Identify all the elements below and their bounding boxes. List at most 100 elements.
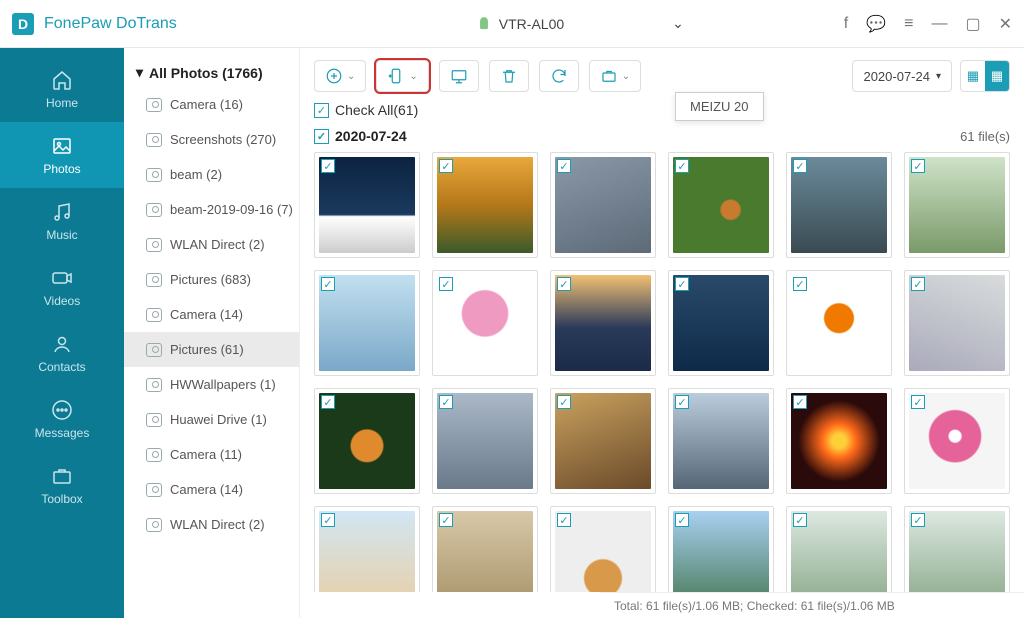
photo-thumb[interactable]: ✓ (668, 388, 774, 494)
checkbox-icon[interactable]: ✓ (321, 395, 335, 409)
view-toggle: ▦ ▦ (960, 60, 1010, 92)
photo-thumb[interactable]: ✓ (550, 270, 656, 376)
checkbox-icon[interactable]: ✓ (321, 513, 335, 527)
photo-thumb[interactable]: ✓ (904, 152, 1010, 258)
checkbox-icon[interactable]: ✓ (675, 395, 689, 409)
photo-thumb[interactable]: ✓ (668, 152, 774, 258)
checkbox-icon[interactable]: ✓ (439, 159, 453, 173)
photo-thumb[interactable]: ✓ (786, 388, 892, 494)
album-icon (146, 343, 162, 357)
photo-thumb[interactable]: ✓ (314, 270, 420, 376)
menu-icon[interactable]: ≡ (904, 15, 913, 33)
album-item[interactable]: beam (2) (124, 157, 299, 192)
checkbox-icon[interactable]: ✓ (911, 513, 925, 527)
checkbox-icon[interactable]: ✓ (911, 159, 925, 173)
sidebar-item-videos[interactable]: Videos (0, 254, 124, 320)
checkbox-icon[interactable]: ✓ (675, 513, 689, 527)
checkbox-icon[interactable]: ✓ (557, 159, 571, 173)
album-item[interactable]: Camera (14) (124, 297, 299, 332)
photo-thumb[interactable]: ✓ (314, 506, 420, 592)
album-item[interactable]: WLAN Direct (2) (124, 507, 299, 542)
checkbox-icon[interactable]: ✓ (793, 159, 807, 173)
checkbox-icon[interactable]: ✓ (911, 277, 925, 291)
checkbox-icon[interactable]: ✓ (321, 159, 335, 173)
album-header[interactable]: ▾ All Photos (1766) (124, 58, 299, 87)
album-label: Pictures (683) (170, 272, 251, 287)
album-item[interactable]: Camera (16) (124, 87, 299, 122)
date-group-header: ✓ 2020-07-24 61 file(s) (300, 124, 1024, 152)
share-icon[interactable]: f (844, 15, 848, 33)
checkbox-icon[interactable]: ✓ (793, 277, 807, 291)
sidebar-item-messages[interactable]: Messages (0, 386, 124, 452)
photo-thumb[interactable]: ✓ (550, 152, 656, 258)
photo-thumb[interactable]: ✓ (314, 388, 420, 494)
checkbox-icon[interactable]: ✓ (793, 395, 807, 409)
photo-thumb[interactable]: ✓ (550, 388, 656, 494)
album-item[interactable]: Pictures (61) (124, 332, 299, 367)
chevron-down-icon: ⌄ (347, 71, 355, 82)
checkbox-icon[interactable]: ✓ (675, 277, 689, 291)
photo-thumb[interactable]: ✓ (904, 270, 1010, 376)
sidebar-item-music[interactable]: Music (0, 188, 124, 254)
maximize-button[interactable]: ▢ (965, 14, 980, 34)
album-item[interactable]: Screenshots (270) (124, 122, 299, 157)
album-item[interactable]: Pictures (683) (124, 262, 299, 297)
feedback-icon[interactable]: 💬 (866, 14, 886, 34)
photo-thumb[interactable]: ✓ (786, 152, 892, 258)
photo-thumb[interactable]: ✓ (432, 388, 538, 494)
photo-thumb[interactable]: ✓ (904, 506, 1010, 592)
photo-thumb[interactable]: ✓ (314, 152, 420, 258)
add-button[interactable]: ⌄ (314, 60, 366, 92)
album-icon (146, 378, 162, 392)
date-filter[interactable]: 2020-07-24 ▾ (852, 60, 952, 92)
check-all-row[interactable]: ✓ Check All(61) (300, 98, 1024, 124)
export-to-pc-button[interactable] (439, 60, 479, 92)
sidebar-item-label: Toolbox (41, 492, 82, 506)
checkbox-icon[interactable]: ✓ (793, 513, 807, 527)
checkbox-icon[interactable]: ✓ (675, 159, 689, 173)
checkbox-icon[interactable]: ✓ (557, 395, 571, 409)
photo-thumb[interactable]: ✓ (786, 270, 892, 376)
checkbox-icon[interactable]: ✓ (439, 277, 453, 291)
album-label: Camera (14) (170, 307, 243, 322)
checkbox-icon[interactable]: ✓ (321, 277, 335, 291)
grid-medium-view[interactable]: ▦ (961, 61, 985, 91)
checkbox-icon[interactable]: ✓ (439, 513, 453, 527)
checkbox-icon[interactable]: ✓ (439, 395, 453, 409)
checkbox-icon[interactable]: ✓ (911, 395, 925, 409)
album-item[interactable]: beam-2019-09-16 (7) (124, 192, 299, 227)
album-item[interactable]: Huawei Drive (1) (124, 402, 299, 437)
album-item[interactable]: WLAN Direct (2) (124, 227, 299, 262)
album-item[interactable]: Camera (11) (124, 437, 299, 472)
album-item[interactable]: Camera (14) (124, 472, 299, 507)
home-icon (50, 68, 74, 92)
minimize-button[interactable]: — (931, 15, 947, 33)
sidebar-item-photos[interactable]: Photos (0, 122, 124, 188)
grid-small-view[interactable]: ▦ (985, 61, 1009, 91)
checkbox-icon[interactable]: ✓ (314, 103, 329, 118)
album-item[interactable]: HWWallpapers (1) (124, 367, 299, 402)
export-to-device-button[interactable]: ⌄ (376, 60, 428, 92)
photo-thumb[interactable]: ✓ (432, 506, 538, 592)
photo-thumb[interactable]: ✓ (550, 506, 656, 592)
photo-thumb[interactable]: ✓ (786, 506, 892, 592)
photo-thumb[interactable]: ✓ (904, 388, 1010, 494)
close-button[interactable]: ✕ (999, 14, 1012, 34)
photo-thumb[interactable]: ✓ (432, 270, 538, 376)
delete-button[interactable] (489, 60, 529, 92)
photo-thumb[interactable]: ✓ (432, 152, 538, 258)
photo-thumb[interactable]: ✓ (668, 506, 774, 592)
checkbox-icon[interactable]: ✓ (557, 513, 571, 527)
checkbox-icon[interactable]: ✓ (557, 277, 571, 291)
device-selector[interactable]: VTR-AL00 ⌄ (477, 15, 684, 32)
sidebar-item-home[interactable]: Home (0, 56, 124, 122)
sidebar-item-contacts[interactable]: Contacts (0, 320, 124, 386)
checkbox-icon[interactable]: ✓ (314, 129, 329, 144)
briefcase-icon (600, 67, 618, 85)
refresh-button[interactable] (539, 60, 579, 92)
more-tools-button[interactable]: ⌄ (589, 60, 641, 92)
sidebar-item-toolbox[interactable]: Toolbox (0, 452, 124, 518)
photo-thumb[interactable]: ✓ (668, 270, 774, 376)
app-title: FonePaw DoTrans (44, 15, 177, 33)
sidebar-item-label: Music (46, 228, 77, 242)
